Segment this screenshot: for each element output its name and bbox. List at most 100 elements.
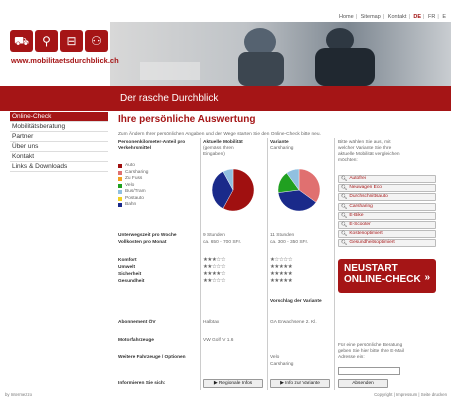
motor-label: Motorfahrzeuge [118, 338, 154, 343]
variant-info-label: Info zur Variante [285, 381, 320, 386]
submit-email-button[interactable]: Absenden [338, 379, 388, 388]
rating-label-komfort: Komfort [118, 258, 137, 263]
weitere-variant-value-1: Velo [270, 355, 280, 360]
abo-label: Abonnement ÖV [118, 320, 156, 325]
rating-current-umwelt: ★★☆☆☆ [203, 264, 226, 270]
legend-swatch [118, 203, 122, 208]
lang-en-link[interactable]: E [441, 14, 447, 20]
header-photo [110, 22, 451, 86]
variant-label: E-Bike [349, 212, 364, 218]
current-mobility-pie-chart [211, 168, 255, 212]
variant-label: Autofrei [349, 176, 366, 181]
rating-current-sicherheit: ★★★★☆ [203, 271, 226, 277]
search-icon: 🔍︎ [341, 221, 348, 228]
sidebar-nav: Online-Check Mobilitätsberatung Partner … [10, 112, 108, 172]
column-divider [200, 138, 201, 390]
abo-current-value: Halbtax [203, 320, 220, 325]
weitere-label: Weitere Fahrzeuge / Optionen [118, 355, 186, 360]
sidebar-item-online-check[interactable]: Online-Check [10, 112, 108, 122]
beratung-text-3: Adresse ein: [338, 355, 365, 360]
restart-line1: NEUSTART [344, 263, 398, 274]
variant-subheading: Carsharing [270, 146, 294, 151]
variant-link-e-bike[interactable]: 🔍︎ E-Bike [338, 211, 436, 220]
variant-info-button[interactable]: ▶ Info zur Variante [270, 379, 330, 388]
variant-link-autofrei[interactable]: 🔍︎ Autofrei [338, 175, 436, 183]
search-icon: 🔍︎ [341, 194, 348, 201]
bike-icon: ⚲ [35, 30, 58, 52]
legend-label: Bahn [125, 202, 137, 207]
sidebar-item-kontakt[interactable]: Kontakt [10, 152, 108, 162]
variant-mobility-pie-chart [277, 168, 321, 212]
logo-text[interactable]: www.mobilitaetsdurchblick.ch [11, 56, 119, 65]
motor-current-value: VW Golf V 1.6 [203, 338, 234, 343]
pie-legend: Auto Carsharing Zu Fuss Velo Bus/Tram Po… [118, 163, 148, 209]
info-label: Informieren Sie sich: [118, 381, 166, 386]
search-icon: 🔍︎ [341, 231, 348, 238]
column-divider [267, 138, 268, 390]
legend-swatch [118, 164, 122, 169]
variant-label: Kostenoptimiert [349, 231, 383, 237]
car-icon: ⛟ [10, 30, 33, 52]
variant-label: Gesundheitsoptimiert [349, 240, 395, 246]
regional-info-label: Regionale Infos [218, 381, 253, 386]
abo-variant-value: GA Erwachsene 2. Kl. [270, 320, 317, 325]
page-title: Ihre persönliche Auswertung [118, 114, 256, 125]
sidebar-item-partner[interactable]: Partner [10, 132, 108, 142]
title-band [0, 86, 451, 111]
legend-swatch [118, 196, 122, 201]
home-link[interactable]: Home [338, 14, 355, 20]
rating-label-sicherheit: Sicherheit [118, 272, 142, 277]
column-divider [334, 138, 335, 390]
regional-info-button[interactable]: ▶ Regionale Infos [203, 379, 263, 388]
variant-select-intro-4: möchten: [338, 158, 358, 163]
lang-de-link[interactable]: DE [412, 14, 422, 20]
variant-proposal-heading: Vorschlag der Variante [270, 299, 322, 304]
variant-link-neuwagen-eco[interactable]: 🔍︎ Neuwagen Eco [338, 184, 436, 193]
top-navigation: Home | Sitemap | Kontakt | DE | FR | E [338, 14, 447, 20]
weitere-variant-value-2: Carsharing [270, 362, 294, 367]
lang-fr-link[interactable]: FR [427, 14, 436, 20]
kontakt-link[interactable]: Kontakt [387, 14, 408, 20]
variant-link-kostenoptimiert[interactable]: 🔍︎ Kostenoptimiert [338, 230, 436, 239]
variant-link-carsharing[interactable]: 🔍︎ Carsharing [338, 202, 436, 211]
footer-credit[interactable]: by Intermezzo [5, 392, 32, 397]
variant-list: 🔍︎ Autofrei 🔍︎ Neuwagen Eco 🔍︎ Durchschnitt… [338, 175, 436, 248]
variant-time-value: 11 Stunden [270, 233, 295, 238]
variant-label: Carsharing [349, 203, 373, 209]
variant-link-gesundheitsoptimiert[interactable]: 🔍︎ Gesundheitsoptimiert [338, 239, 436, 248]
search-icon: 🔍︎ [341, 203, 348, 210]
sidebar-item-links-downloads[interactable]: Links & Downloads [10, 162, 108, 172]
restart-line2: ONLINE-CHECK [344, 274, 421, 285]
legend-swatch [118, 183, 122, 188]
time-label: Unterwegszeit pro Woche [118, 233, 177, 238]
variant-label: E-Scooter [349, 221, 371, 227]
restart-online-check-button[interactable]: NEUSTART ONLINE-CHECK » [338, 259, 436, 293]
sidebar-item-mobilitaetsberatung[interactable]: Mobilitätsberatung [10, 122, 108, 132]
footer-links[interactable]: Copyright | Impressum | Seite drucken [374, 392, 447, 397]
search-icon: 🔍︎ [341, 212, 348, 219]
variant-label: Neuwagen Eco [349, 185, 382, 191]
rating-current-gesundheit: ★★☆☆☆ [203, 278, 226, 284]
sitemap-link[interactable]: Sitemap [360, 14, 382, 20]
current-cost-value: ca. 650 - 700 SFr. [203, 240, 242, 245]
variant-link-durchschnittsauto[interactable]: 🔍︎ Durchschnittsauto [338, 193, 436, 202]
legend-item: Bahn [118, 202, 148, 209]
sidebar-item-ueber-uns[interactable]: Über uns [10, 142, 108, 152]
scooter-icon: ⚇ [85, 30, 108, 52]
search-icon: 🔍︎ [341, 176, 348, 182]
share-heading-line2: Verkehrsmittel [118, 146, 152, 151]
chevron-right-icon: » [424, 272, 430, 283]
cost-label: Vollkosten pro Monat [118, 240, 167, 245]
legend-swatch [118, 170, 122, 175]
variant-cost-value: ca. 300 - 350 SFr. [270, 240, 309, 245]
legend-swatch [118, 177, 122, 182]
band-title: Der rasche Durchblick [120, 93, 219, 104]
tram-icon: ⊟ [60, 30, 83, 52]
rating-variant-umwelt: ★★★★★ [270, 264, 293, 270]
rating-label-umwelt: Umwelt [118, 265, 136, 270]
logo-icons[interactable]: ⛟ ⚲ ⊟ ⚇ [10, 30, 108, 52]
variant-link-e-scooter[interactable]: 🔍︎ E-Scooter [338, 220, 436, 229]
email-field[interactable] [338, 367, 400, 375]
intro-text: Zum Ändern Ihrer persönlichen Angaben un… [118, 132, 321, 137]
search-icon: 🔍︎ [341, 185, 348, 192]
